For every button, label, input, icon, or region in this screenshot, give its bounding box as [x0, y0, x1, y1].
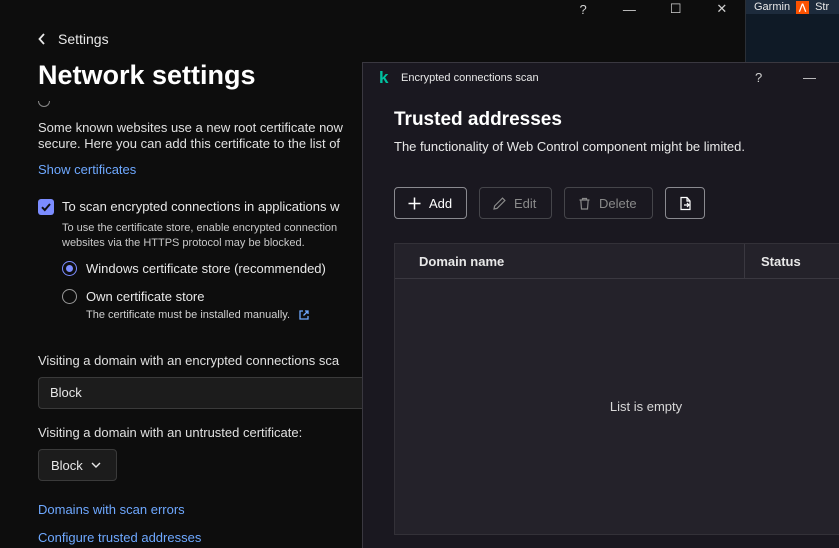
visit-encrypted-label: Visiting a domain with an encrypted conn…: [38, 353, 340, 368]
scan-encrypted-label: To scan encrypted connections in applica…: [62, 199, 340, 214]
partial-radio-icon: [38, 101, 50, 107]
trash-icon: [579, 197, 590, 210]
visit-untrusted-label: Visiting a domain with an untrusted cert…: [38, 425, 303, 440]
visit-untrusted-select[interactable]: Block: [38, 449, 117, 481]
dialog-subtitle: The functionality of Web Control compone…: [394, 139, 745, 154]
checkmark-icon: [41, 203, 51, 212]
scan-encrypted-checkbox-row[interactable]: To scan encrypted connections in applica…: [38, 199, 368, 215]
back-link[interactable]: Settings: [38, 31, 109, 47]
kaspersky-logo-icon: k: [379, 68, 389, 87]
chevron-left-icon: [38, 33, 45, 45]
dialog-heading: Trusted addresses: [394, 109, 562, 130]
radio-selected-icon[interactable]: [62, 261, 77, 276]
scan-encrypted-note: To use the certificate store, enable enc…: [62, 222, 338, 249]
delete-label: Delete: [599, 195, 637, 211]
delete-button[interactable]: Delete: [564, 187, 653, 219]
help-button[interactable]: ?: [560, 0, 606, 18]
export-icon: [679, 196, 691, 210]
scan-encrypted-checkbox[interactable]: [38, 199, 54, 215]
edit-button[interactable]: Edit: [479, 187, 552, 219]
radio-windows-store[interactable]: Windows certificate store (recommended): [62, 261, 326, 276]
dialog-title: Encrypted connections scan: [401, 72, 539, 84]
table-header: Domain name Status: [395, 244, 839, 279]
pencil-icon: [493, 196, 506, 210]
background-taskbar: Garmin ⋀ Str: [745, 0, 839, 62]
trusted-addresses-table: Domain name Status List is empty: [394, 243, 839, 535]
configure-trusted-link[interactable]: Configure trusted addresses: [38, 530, 201, 545]
column-domain-name[interactable]: Domain name: [395, 244, 745, 279]
show-certificates-link[interactable]: Show certificates: [38, 162, 136, 177]
maximize-button[interactable]: ☐: [653, 0, 699, 18]
domains-with-errors-link[interactable]: Domains with scan errors: [38, 502, 185, 517]
radio-unselected-icon[interactable]: [62, 289, 77, 304]
visit-encrypted-select[interactable]: Block: [38, 377, 362, 409]
add-label: Add: [429, 195, 453, 211]
chevron-down-icon: [91, 462, 101, 468]
minimize-button[interactable]: —: [606, 0, 652, 18]
radio-windows-label: Windows certificate store (recommended): [86, 261, 326, 276]
strava-icon: ⋀: [796, 0, 810, 14]
radio-own-label: Own certificate store: [86, 289, 205, 304]
empty-list-text: List is empty: [609, 399, 683, 414]
close-button[interactable]: ✕: [699, 0, 745, 18]
own-store-note: The certificate must be installed manual…: [86, 309, 310, 321]
page-title: Network settings: [38, 60, 256, 90]
radio-own-store[interactable]: Own certificate store: [62, 289, 205, 304]
dialog-minimize-button[interactable]: —: [803, 70, 816, 85]
taskbar-item-garmin[interactable]: Garmin: [754, 1, 790, 13]
visit-untrusted-value: Block: [51, 457, 83, 473]
description: Some known websites use a new root certi…: [38, 120, 343, 151]
add-button[interactable]: Add: [394, 187, 467, 219]
dialog-help-button[interactable]: ?: [755, 70, 762, 85]
export-button[interactable]: [665, 187, 705, 219]
column-status[interactable]: Status: [745, 244, 839, 279]
taskbar-preview: [746, 14, 839, 62]
back-label: Settings: [58, 31, 109, 47]
taskbar-item-strava[interactable]: Str: [815, 1, 829, 13]
trusted-addresses-dialog: k Encrypted connections scan ? — Trusted…: [362, 62, 839, 548]
window-controls: ? — ☐ ✕: [560, 0, 745, 18]
external-link-icon[interactable]: [298, 309, 310, 321]
dialog-titlebar: k Encrypted connections scan ? —: [363, 63, 839, 93]
plus-icon: [408, 197, 421, 209]
edit-label: Edit: [514, 195, 537, 211]
